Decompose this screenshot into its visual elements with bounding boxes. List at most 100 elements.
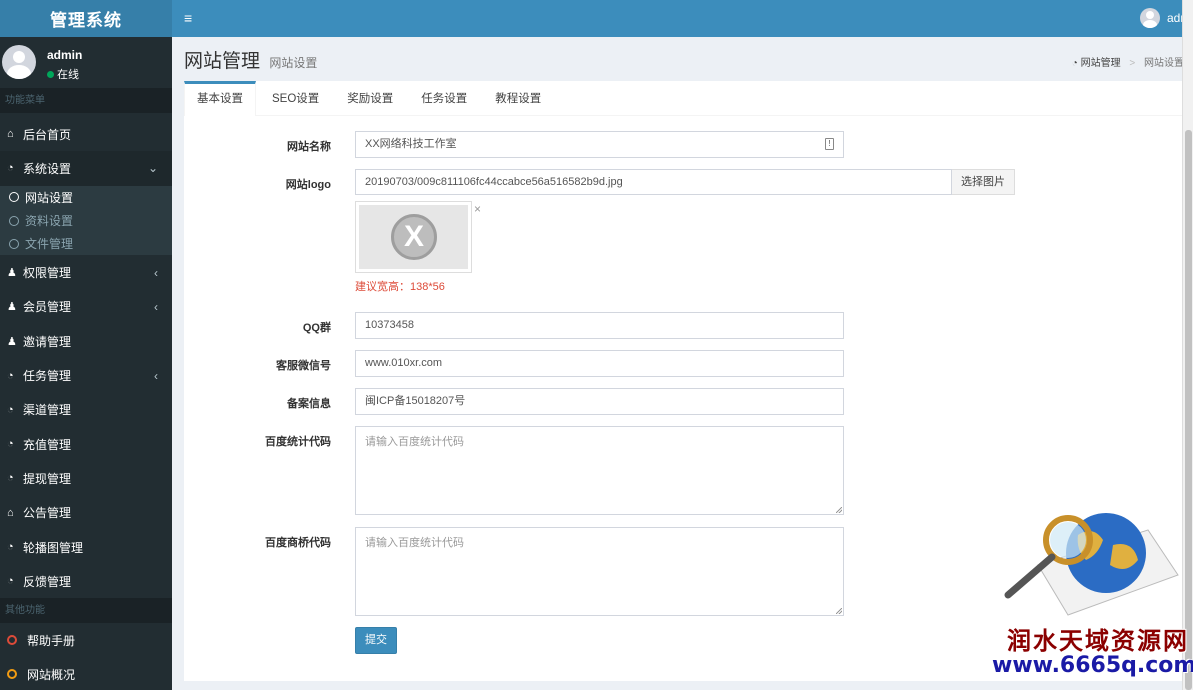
user-panel: admin 在线 xyxy=(0,37,172,88)
page-subtitle: 网站设置 xyxy=(269,56,318,70)
tab-reward-settings[interactable]: 奖励设置 xyxy=(335,81,405,115)
sidebar-item-announcements[interactable]: ⌂ 公告管理 xyxy=(0,496,172,530)
sidebar-item-label: 网站概况 xyxy=(27,667,76,682)
scrollbar-thumb[interactable] xyxy=(1185,130,1192,690)
avatar xyxy=(1139,8,1160,28)
icp-input[interactable]: 闽ICP备15018207号 xyxy=(355,388,844,415)
sidebar-item-label: 会员管理 xyxy=(23,300,72,315)
sidebar-item-label: 充值管理 xyxy=(23,437,72,452)
dashboard-icon: ◔ xyxy=(7,403,14,416)
circle-icon xyxy=(9,192,19,203)
sidebar-item-members[interactable]: ♟ 会员管理 ‹ xyxy=(0,290,172,324)
hamburger-menu-icon[interactable]: ≡ xyxy=(184,10,192,26)
user-status: 在线 xyxy=(47,66,79,82)
online-dot-icon xyxy=(47,71,54,78)
circle-icon xyxy=(7,635,17,646)
sidebar-item-permissions[interactable]: ♟ 权限管理 ‹ xyxy=(0,255,172,289)
circle-icon xyxy=(7,669,17,680)
content-header: 网站管理 网站设置 ◔ 网站管理 > 网站设置 xyxy=(184,46,1184,76)
sidebar-item-tasks[interactable]: ◔ 任务管理 ‹ xyxy=(0,358,172,392)
chevron-down-icon: ⌄ xyxy=(147,161,158,176)
circle-icon xyxy=(9,215,19,226)
wechat-input[interactable]: www.010xr.com xyxy=(355,350,844,377)
broken-image-icon: X xyxy=(391,214,437,260)
dashboard-icon: ◔ xyxy=(7,541,14,553)
app-logo[interactable]: 管理系统 xyxy=(0,0,172,37)
breadcrumb-separator: > xyxy=(1129,58,1136,69)
sidebar-item-label: 轮播图管理 xyxy=(23,540,84,555)
tab-task-settings[interactable]: 任务设置 xyxy=(409,81,479,115)
sidebar-item-feedback[interactable]: ◔ 反馈管理 xyxy=(0,564,172,598)
chevron-left-icon: ‹ xyxy=(154,368,158,383)
sidebar-item-invites[interactable]: ♟ 邀请管理 xyxy=(0,324,172,358)
qq-group-label: QQ群 xyxy=(302,322,331,334)
sidebar-item-home[interactable]: ⌂ 后台首页 xyxy=(0,117,172,151)
sidebar: 管理系统 admin 在线 功能菜单 ⌂ 后台首页 ◔ 系统设置 ⌄ 网站设置 … xyxy=(0,0,172,690)
qq-group-input[interactable]: 10373458 xyxy=(355,312,844,339)
sidebar-item-overview[interactable]: 网站概况 xyxy=(0,657,172,690)
baidu-bridge-textarea[interactable]: 请输入百度统计代码 xyxy=(355,527,844,616)
home-icon: ⌂ xyxy=(7,128,14,141)
tab-bar: 基本设置 SEO设置 奖励设置 任务设置 教程设置 xyxy=(184,81,1184,116)
logo-path-input[interactable]: 20190703/009c811106fc44ccabce56a516582b9… xyxy=(355,169,952,195)
sidebar-subitem-profile-settings[interactable]: 资料设置 xyxy=(0,209,172,232)
subitem-label: 网站设置 xyxy=(25,190,74,205)
tab-basic-settings[interactable]: 基本设置 xyxy=(184,81,256,116)
site-name-input[interactable]: XX网络科技工作室 ! xyxy=(355,131,844,158)
watermark-globe-icon xyxy=(1004,513,1179,616)
remove-image-icon[interactable]: × xyxy=(474,202,481,216)
watermark-text: 润水天域资源网 xyxy=(1007,626,1189,655)
watermark-url: www.6665q.com xyxy=(992,653,1193,678)
sidebar-item-channels[interactable]: ◔ 渠道管理 xyxy=(0,393,172,427)
dashboard-icon: ◔ xyxy=(1071,58,1078,69)
sidebar-item-label: 邀请管理 xyxy=(23,334,72,349)
sidebar-item-label: 反馈管理 xyxy=(23,574,72,589)
menu-header-other: 其他功能 xyxy=(0,598,172,624)
sidebar-item-system-settings[interactable]: ◔ 系统设置 ⌄ xyxy=(0,151,172,186)
page-scrollbar[interactable] xyxy=(1182,0,1193,690)
baidu-stat-textarea[interactable]: 请输入百度统计代码 xyxy=(355,426,844,515)
sidebar-item-carousel[interactable]: ◔ 轮播图管理 xyxy=(0,530,172,564)
sidebar-subitem-site-settings[interactable]: 网站设置 xyxy=(0,186,172,209)
sidebar-item-label: 系统设置 xyxy=(23,161,72,176)
dashboard-icon: ◔ xyxy=(7,472,14,485)
dashboard-icon: ◔ xyxy=(7,162,14,175)
sidebar-item-label: 权限管理 xyxy=(23,266,72,281)
sidebar-item-label: 公告管理 xyxy=(23,506,72,521)
tab-seo-settings[interactable]: SEO设置 xyxy=(260,81,331,115)
home-icon: ⌂ xyxy=(7,506,14,519)
breadcrumb-item[interactable]: 网站管理 xyxy=(1081,58,1121,69)
autofill-icon[interactable]: ! xyxy=(825,138,834,150)
top-navbar: ≡ admi xyxy=(172,0,1193,37)
users-icon: ♟ xyxy=(7,301,17,314)
logo-size-hint: 建议宽高：138*56 xyxy=(355,281,445,293)
dashboard-icon: ◔ xyxy=(7,438,14,451)
chevron-left-icon: ‹ xyxy=(154,299,158,314)
sidebar-subitem-file-management[interactable]: 文件管理 xyxy=(0,232,172,255)
icp-label: 备案信息 xyxy=(287,398,331,410)
breadcrumb-item-current: 网站设置 xyxy=(1144,58,1184,69)
users-icon: ♟ xyxy=(7,335,17,348)
site-logo-label: 网站logo xyxy=(285,179,331,191)
circle-icon xyxy=(9,238,19,249)
sidebar-item-label: 任务管理 xyxy=(23,369,72,384)
submit-button[interactable]: 提交 xyxy=(355,627,397,654)
avatar xyxy=(2,45,36,79)
sidebar-item-label: 提现管理 xyxy=(23,471,72,486)
site-name-label: 网站名称 xyxy=(287,141,331,153)
sidebar-item-recharge[interactable]: ◔ 充值管理 xyxy=(0,427,172,461)
user-status-text: 在线 xyxy=(57,69,79,81)
logo-input-group: 20190703/009c811106fc44ccabce56a516582b9… xyxy=(355,169,1015,195)
menu-header-main: 功能菜单 xyxy=(0,88,172,113)
baidu-stat-label: 百度统计代码 xyxy=(265,436,331,448)
dashboard-icon: ◔ xyxy=(7,369,14,382)
sidebar-item-withdraw[interactable]: ◔ 提现管理 xyxy=(0,461,172,495)
page-title: 网站管理 xyxy=(184,51,261,72)
breadcrumb: ◔ 网站管理 > 网站设置 xyxy=(1072,54,1184,69)
logo-preview-image: X xyxy=(359,205,468,269)
tab-tutorial-settings[interactable]: 教程设置 xyxy=(483,81,553,115)
sidebar-item-help[interactable]: 帮助手册 xyxy=(0,623,172,657)
choose-image-button[interactable]: 选择图片 xyxy=(952,169,1015,195)
submenu-system: 网站设置 资料设置 文件管理 xyxy=(0,185,172,256)
chevron-left-icon: ‹ xyxy=(154,265,158,280)
